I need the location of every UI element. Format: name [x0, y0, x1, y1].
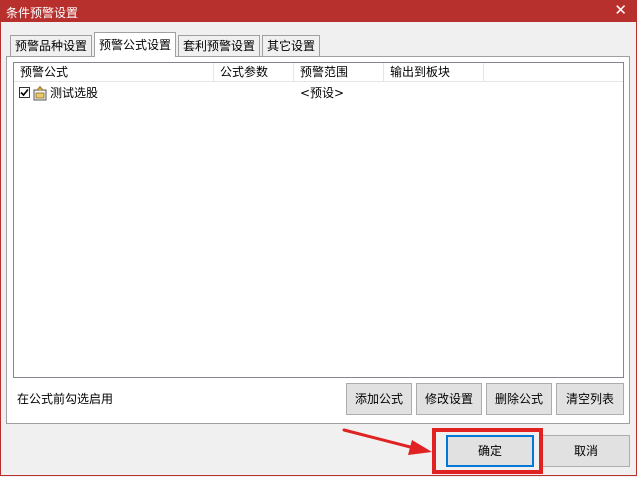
close-icon[interactable]: ✕ — [614, 1, 627, 19]
column-header-formula[interactable]: 预警公式 — [14, 63, 214, 81]
tab-other-settings[interactable]: 其它设置 — [262, 35, 321, 56]
enable-checkbox[interactable] — [19, 87, 30, 98]
column-header-params[interactable]: 公式参数 — [214, 63, 294, 81]
cancel-button[interactable]: 取消 — [542, 435, 630, 467]
column-header-range[interactable]: 预警范围 — [294, 63, 384, 81]
add-formula-button[interactable]: 添加公式 — [346, 383, 412, 415]
delete-formula-button[interactable]: 删除公式 — [486, 383, 552, 415]
window-title: 条件预警设置 — [6, 6, 79, 20]
list-header: 预警公式 公式参数 预警范围 输出到板块 — [14, 63, 623, 82]
checkmark-icon — [20, 88, 29, 97]
title-bar: 条件预警设置 ✕ — [0, 0, 637, 22]
ok-button[interactable]: 确定 — [446, 435, 534, 467]
modify-settings-button[interactable]: 修改设置 — [416, 383, 482, 415]
formula-list[interactable]: 预警公式 公式参数 预警范围 输出到板块 测试选股 <预设> — [13, 62, 624, 378]
tab-formula-settings[interactable]: 预警公式设置 — [94, 32, 177, 57]
tab-arbitrage-settings[interactable]: 套利预警设置 — [178, 35, 261, 56]
formula-icon — [33, 85, 47, 101]
warning-range: <预设> — [300, 86, 345, 100]
table-row[interactable]: 测试选股 <预设> — [14, 83, 623, 103]
clear-list-button[interactable]: 清空列表 — [556, 383, 624, 415]
formula-name: 测试选股 — [50, 86, 99, 100]
enable-hint: 在公式前勾选启用 — [17, 392, 114, 406]
column-header-output[interactable]: 输出到板块 — [384, 63, 484, 81]
tab-variety-settings[interactable]: 预警品种设置 — [10, 35, 93, 56]
